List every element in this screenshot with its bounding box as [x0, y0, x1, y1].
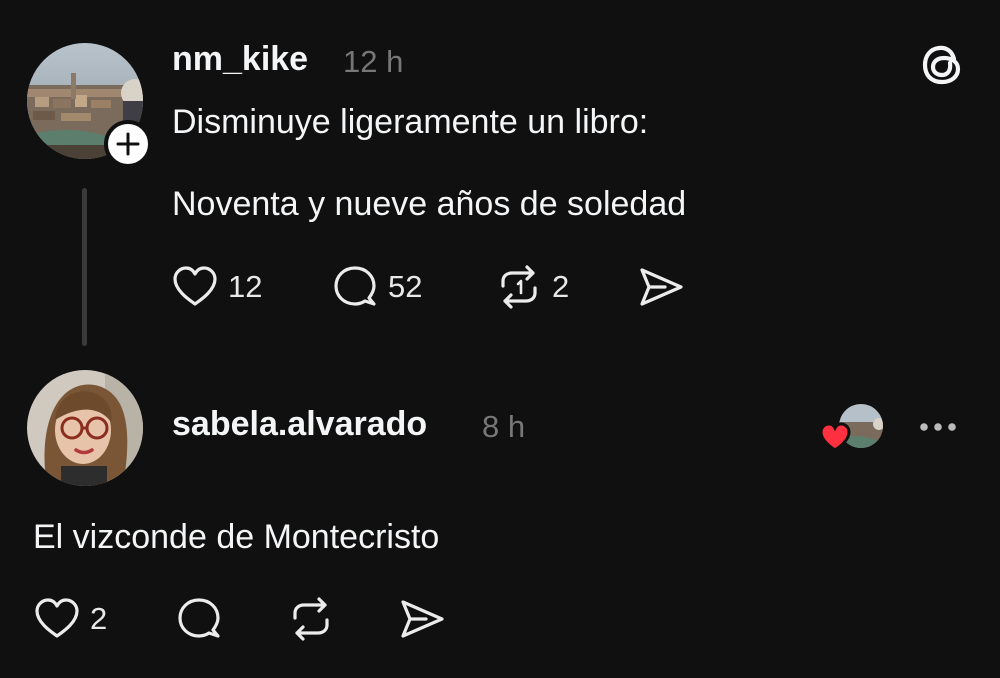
reply-like-button[interactable]: 2: [33, 596, 107, 642]
reply-count: 52: [388, 269, 423, 304]
more-options-button[interactable]: [916, 413, 960, 446]
repost-count: 2: [552, 269, 570, 304]
heart-icon: [173, 266, 217, 306]
comment-icon: [334, 266, 376, 306]
threads-logo-icon[interactable]: [920, 42, 966, 88]
repost-button[interactable]: 2: [495, 264, 569, 310]
reply-button[interactable]: 52: [331, 264, 422, 310]
post-text-line-1: Disminuye ligeramente un libro:: [172, 103, 649, 141]
thread-connector-line: [82, 188, 87, 346]
like-count: 12: [228, 269, 263, 304]
follow-button[interactable]: [104, 120, 152, 168]
reply-author-avatar[interactable]: [27, 370, 143, 486]
send-icon: [401, 600, 444, 638]
like-button[interactable]: 12: [171, 264, 262, 310]
reply-timestamp: 8 h: [482, 409, 526, 444]
more-horizontal-icon: [920, 423, 956, 431]
author-username[interactable]: nm_kike: [172, 40, 308, 79]
reply-text: El vizconde de Montecristo: [33, 518, 440, 556]
share-button[interactable]: [637, 264, 685, 310]
reply-like-count: 2: [90, 601, 108, 636]
heart-icon: [35, 598, 79, 638]
post-timestamp: 12 h: [343, 44, 404, 79]
reply-author-username[interactable]: sabela.alvarado: [172, 405, 427, 444]
comment-icon: [178, 598, 220, 638]
post-text-line-2: Noventa y nueve años de soledad: [172, 185, 687, 223]
red-heart-icon: [818, 421, 852, 458]
plus-icon: [116, 132, 140, 156]
repost-icon: [293, 597, 329, 641]
send-icon: [640, 268, 683, 306]
repost-icon: [501, 265, 537, 309]
reply-reply-button[interactable]: [175, 596, 223, 642]
reply-repost-button[interactable]: [287, 596, 335, 642]
reply-share-button[interactable]: [398, 596, 446, 642]
